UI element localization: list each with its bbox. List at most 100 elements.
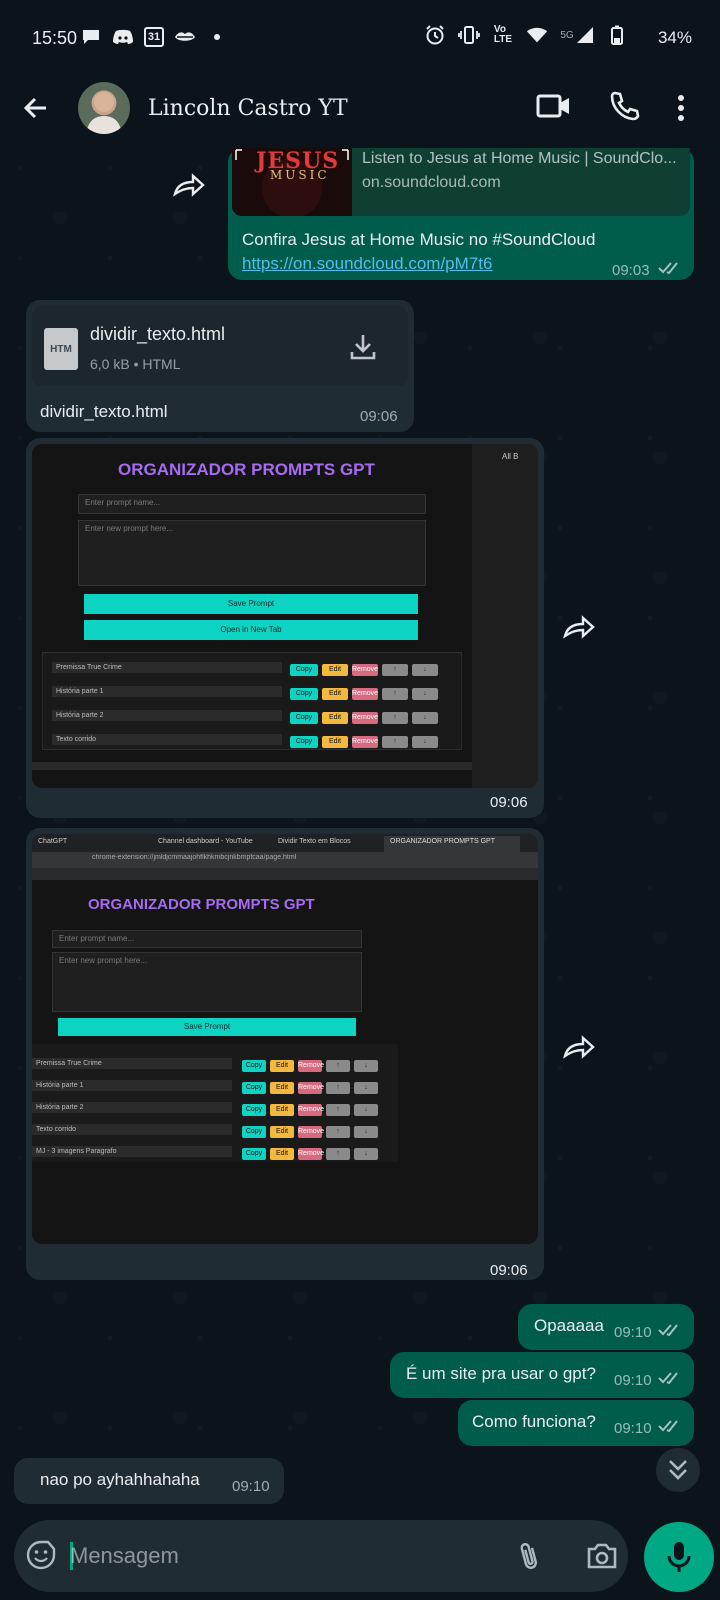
mock-edit-button: Edit [270,1126,294,1138]
message-link[interactable]: https://on.soundcloud.com/pM7t6 [242,254,492,274]
read-ticks-icon [658,1371,684,1390]
screenshot-image[interactable]: All B ORGANIZADOR PROMPTS GPT Enter prom… [32,444,538,788]
link-preview-title[interactable]: Listen to Jesus at Home Music | SoundClo… [362,150,682,168]
mock-page-title: ORGANIZADOR PROMPTS GPT [88,896,315,913]
mock-copy-button: Copy [242,1104,266,1116]
message-text: Confira Jesus at Home Music no #SoundClo… [242,230,596,249]
file-caption: dividir_texto.html [40,402,168,421]
mock-name-input: Enter prompt name... [52,930,362,948]
mock-row-label: Texto corrido [32,1124,232,1135]
message-input[interactable] [70,1538,490,1574]
thumbnail-subtitle: MUSIC [270,168,330,182]
more-vert-icon [678,95,684,121]
dot-icon [206,26,228,48]
message-time: 09:06 [490,794,528,811]
status-time: 15:50 [32,28,78,48]
calendar-icon: 31 [144,27,164,47]
message-time: 09:10 [614,1420,652,1437]
download-button[interactable] [348,332,378,362]
avatar[interactable] [78,82,130,134]
mock-row-label: Premissa True Crime [32,1058,232,1069]
mock-copy-button: Copy [290,664,318,676]
attach-button[interactable] [516,1540,542,1572]
mock-tab: ChatGPT [38,838,68,845]
mock-up-button: ↑ [326,1060,350,1072]
mock-down-button: ↓ [412,664,438,676]
signal-icon: 5G [560,24,594,46]
mock-edit-button: Edit [270,1082,294,1094]
mock-open-tab-button: Open in New Tab [84,620,418,640]
message-time: 09:10 [232,1478,270,1495]
forward-icon[interactable] [562,1034,596,1062]
mock-copy-button: Copy [242,1082,266,1094]
mock-copy-button: Copy [242,1148,266,1160]
mock-name-input: Enter prompt name... [78,494,426,514]
scroll-to-bottom-button[interactable] [656,1448,700,1492]
battery-icon [606,24,628,46]
mock-up-button: ↑ [326,1082,350,1094]
forward-icon[interactable] [172,172,206,200]
mock-remove-button: Remove [298,1104,324,1116]
back-button[interactable] [20,92,52,124]
mock-prompt-textarea: Enter new prompt here... [52,952,362,1012]
read-ticks-icon [658,261,684,280]
contact-name[interactable]: Lincoln Castro YT [148,96,348,121]
mock-down-button: ↓ [412,712,438,724]
wifi-icon [526,24,548,46]
mock-copy-button: Copy [290,712,318,724]
mock-row-label: Texto corrido [52,734,282,745]
video-call-button[interactable] [536,92,572,120]
chat-notification-icon [80,26,102,48]
alarm-icon [424,24,446,46]
mock-edit-button: Edit [322,664,348,676]
mock-up-button: ↑ [382,664,408,676]
mock-remove-button: Remove [298,1082,324,1094]
mock-up-button: ↑ [382,736,408,748]
mock-bookmarks-bar [32,868,538,880]
menu-button[interactable] [676,92,686,124]
mock-down-button: ↓ [354,1060,378,1072]
screenshot-image[interactable]: ChatGPT Channel dashboard - YouTube Divi… [32,834,538,1244]
volte-icon: Vo LTE [493,24,513,45]
battery-percent: 34% [657,28,692,47]
message-text: É um site pra usar o gpt? [406,1364,596,1383]
phone-icon [610,91,640,121]
mock-up-button: ↑ [326,1104,350,1116]
mock-edit-button: Edit [270,1104,294,1116]
message-time: 09:10 [614,1372,652,1389]
mock-remove-button: Remove [352,664,378,676]
mock-down-button: ↓ [354,1148,378,1160]
mock-down-button: ↓ [412,736,438,748]
mock-row-label: História parte 2 [52,710,282,721]
mock-up-button: ↑ [382,688,408,700]
mock-remove-button: Remove [298,1148,324,1160]
mock-row-label: História parte 2 [32,1102,232,1113]
mock-down-button: ↓ [354,1126,378,1138]
bookmark-label: All B [502,452,519,461]
forward-icon[interactable] [562,614,596,642]
message-text: Opaaaaa [534,1316,604,1335]
mock-row-label: MJ - 3 imagens Paragrafo [32,1146,232,1157]
emoji-button[interactable] [26,1540,56,1570]
mock-remove-button: Remove [352,712,378,724]
mock-edit-button: Edit [270,1060,294,1072]
mock-address: chrome-extension://jmldjcmmaajohflkhkmbc… [92,854,297,861]
mock-edit-button: Edit [322,688,348,700]
mock-save-button: Save Prompt [84,594,418,614]
double-chevron-down-icon [669,1460,687,1480]
voice-message-button[interactable] [644,1522,714,1592]
mock-row-label: História parte 1 [52,686,282,697]
voice-call-button[interactable] [608,90,640,122]
arrow-left-icon [23,97,46,119]
mock-copy-button: Copy [242,1126,266,1138]
camera-icon [587,1543,617,1569]
camera-button[interactable] [586,1542,618,1570]
file-name: dividir_texto.html [90,324,226,344]
mock-up-button: ↑ [326,1148,350,1160]
mock-remove-button: Remove [352,688,378,700]
mock-up-button: ↑ [382,712,408,724]
mock-down-button: ↓ [412,688,438,700]
notification-icons: 31 [80,26,228,48]
mock-save-button: Save Prompt [58,1018,356,1036]
message-time: 09:03 [612,262,650,279]
